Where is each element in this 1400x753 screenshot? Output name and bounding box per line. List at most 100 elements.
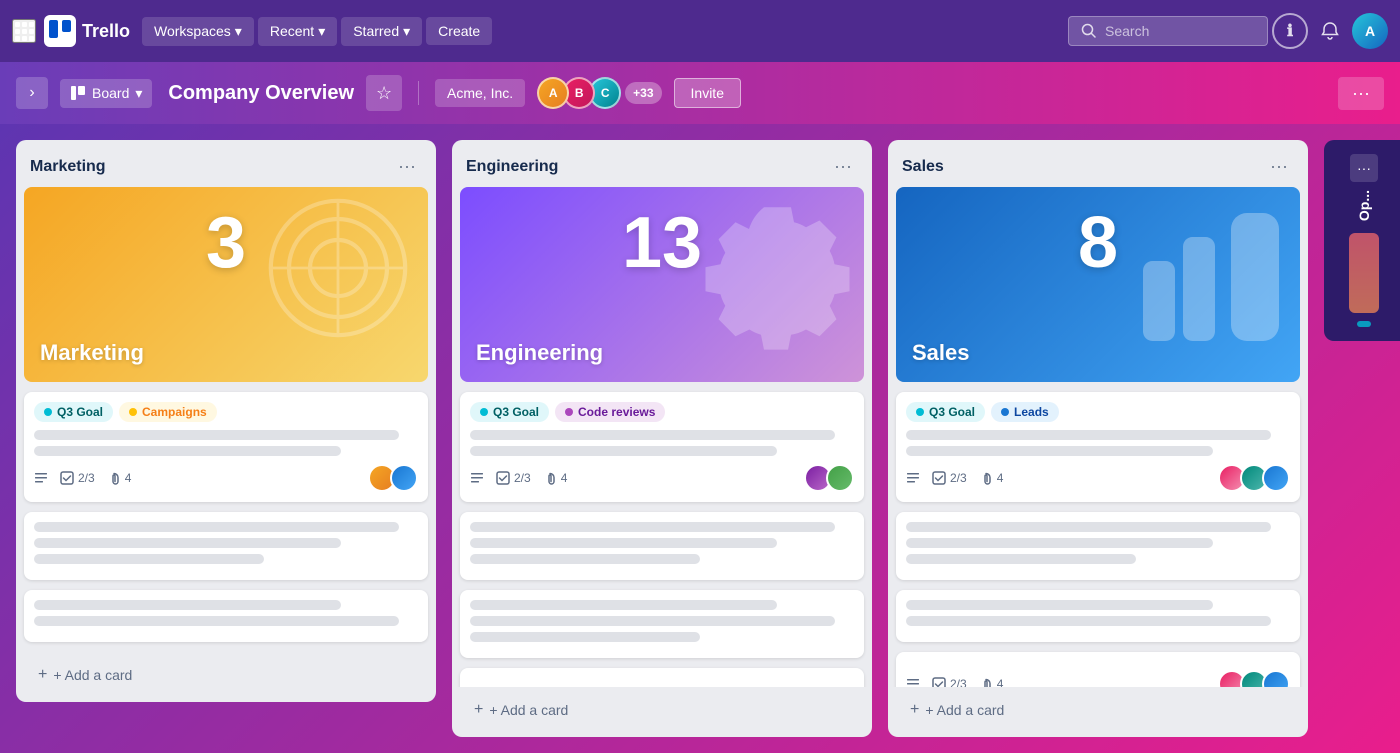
card-text-line bbox=[34, 538, 341, 548]
trello-logo[interactable]: Trello bbox=[44, 15, 130, 47]
board-body: Marketing ··· 3 Marketing bbox=[0, 124, 1400, 753]
recent-menu[interactable]: Recent ▾ bbox=[258, 17, 337, 46]
more-options-button[interactable]: ··· bbox=[1338, 77, 1384, 110]
card-marketing-2[interactable] bbox=[24, 512, 428, 580]
tag-dot bbox=[129, 408, 137, 416]
card-avatar-s3[interactable] bbox=[1262, 670, 1290, 687]
column-title-sales: Sales bbox=[902, 158, 944, 176]
user-avatar[interactable]: A bbox=[1352, 13, 1388, 49]
card-attachments: 4 bbox=[543, 471, 568, 485]
column-menu-sales[interactable]: ··· bbox=[1264, 154, 1294, 179]
card-avatar-e1[interactable] bbox=[804, 686, 832, 687]
card-avatar-2[interactable] bbox=[826, 464, 854, 492]
starred-menu[interactable]: Starred ▾ bbox=[341, 17, 422, 46]
card-text-line bbox=[906, 522, 1271, 532]
workspace-button[interactable]: Acme, Inc. bbox=[435, 79, 525, 107]
gear-bg-icon bbox=[704, 199, 854, 349]
column-partial-title: Op... bbox=[1356, 190, 1372, 221]
card-text-line bbox=[34, 554, 264, 564]
card-marketing-main[interactable]: Q3 Goal Campaigns bbox=[24, 392, 428, 502]
hero-number-engineering: 13 bbox=[622, 207, 702, 279]
workspaces-menu[interactable]: Workspaces ▾ bbox=[142, 17, 254, 46]
add-card-engineering[interactable]: + + Add a card bbox=[460, 691, 864, 729]
card-tags-sales: Q3 Goal Leads bbox=[906, 402, 1290, 422]
board-view-icon bbox=[70, 85, 86, 101]
top-navigation: Trello Workspaces ▾ Recent ▾ Starred ▾ C… bbox=[0, 0, 1400, 62]
card-sales-4[interactable]: 2/3 4 bbox=[896, 652, 1300, 687]
card-attach-s4: 4 bbox=[979, 677, 1004, 687]
target-bg-icon bbox=[268, 198, 408, 338]
card-checklist: 2/3 bbox=[496, 471, 531, 485]
card-avatar-3[interactable] bbox=[1262, 464, 1290, 492]
card-member-avatars bbox=[804, 464, 854, 492]
card-text-line bbox=[34, 616, 399, 626]
member-avatar-1[interactable]: A bbox=[537, 77, 569, 109]
tag-campaigns[interactable]: Campaigns bbox=[119, 402, 217, 422]
card-meta-list bbox=[470, 471, 484, 485]
card-checklist-s4: 2/3 bbox=[932, 677, 967, 687]
member-count[interactable]: +33 bbox=[625, 82, 661, 104]
card-engineering-2[interactable] bbox=[460, 512, 864, 580]
search-input[interactable]: Search bbox=[1068, 16, 1268, 46]
card-avatar-e2[interactable] bbox=[826, 686, 854, 687]
column-partial-menu[interactable]: ··· bbox=[1350, 154, 1378, 182]
card-checklist: 2/3 bbox=[932, 471, 967, 485]
tag-q3goal-engineering[interactable]: Q3 Goal bbox=[470, 402, 549, 422]
tag-code-reviews[interactable]: Code reviews bbox=[555, 402, 665, 422]
hero-card-marketing[interactable]: 3 Marketing bbox=[24, 187, 428, 382]
plus-icon: + bbox=[38, 666, 47, 684]
app-grid-icon[interactable] bbox=[12, 19, 36, 43]
card-text-line bbox=[470, 632, 700, 642]
card-marketing-3[interactable] bbox=[24, 590, 428, 642]
hero-card-sales[interactable]: 8 Sales bbox=[896, 187, 1300, 382]
column-content-sales: 8 Sales Q3 Goal Leads bbox=[888, 187, 1308, 687]
card-text-line bbox=[470, 538, 777, 548]
column-engineering: Engineering ··· 13 Engineering bbox=[452, 140, 872, 737]
card-engineering-3[interactable] bbox=[460, 590, 864, 658]
add-card-sales[interactable]: + + Add a card bbox=[896, 691, 1300, 729]
tag-dot bbox=[916, 408, 924, 416]
column-header-engineering: Engineering ··· bbox=[452, 140, 872, 187]
tag-dot bbox=[565, 408, 573, 416]
card-text-line bbox=[470, 522, 835, 532]
card-text-line bbox=[906, 538, 1213, 548]
plus-icon: + bbox=[910, 701, 919, 719]
card-text-line bbox=[34, 600, 341, 610]
card-footer-engineering-4: 2/3 4 bbox=[470, 686, 854, 687]
info-button[interactable]: ℹ bbox=[1272, 13, 1308, 49]
card-engineering-4[interactable]: 2/3 4 bbox=[460, 668, 864, 687]
board-view-button[interactable]: Board ▾ bbox=[60, 79, 152, 108]
star-board-button[interactable]: ☆ bbox=[366, 75, 402, 111]
column-menu-marketing[interactable]: ··· bbox=[392, 154, 422, 179]
add-card-marketing[interactable]: + + Add a card bbox=[24, 656, 428, 694]
create-button[interactable]: Create bbox=[426, 17, 492, 45]
sidebar-toggle-button[interactable]: › bbox=[16, 77, 48, 109]
card-avatar-2[interactable] bbox=[390, 464, 418, 492]
card-text-line bbox=[470, 554, 700, 564]
invite-button[interactable]: Invite bbox=[674, 78, 741, 108]
card-sales-main[interactable]: Q3 Goal Leads bbox=[896, 392, 1300, 502]
tag-q3goal-sales[interactable]: Q3 Goal bbox=[906, 402, 985, 422]
notifications-button[interactable] bbox=[1312, 13, 1348, 49]
card-text-line bbox=[34, 430, 399, 440]
hero-card-engineering[interactable]: 13 Engineering bbox=[460, 187, 864, 382]
card-meta-list bbox=[906, 677, 920, 687]
card-text-line bbox=[906, 446, 1213, 456]
card-engineering-main[interactable]: Q3 Goal Code reviews bbox=[460, 392, 864, 502]
card-text-line bbox=[470, 446, 777, 456]
column-content-marketing: 3 Marketing Q3 Goal Campaigns bbox=[16, 187, 436, 652]
board-header: › Board ▾ Company Overview ☆ Acme, Inc. … bbox=[0, 62, 1400, 124]
card-text-line bbox=[470, 600, 777, 610]
column-header-sales: Sales ··· bbox=[888, 140, 1308, 187]
list-icon bbox=[470, 471, 484, 485]
list-icon bbox=[34, 471, 48, 485]
tag-q3goal-marketing[interactable]: Q3 Goal bbox=[34, 402, 113, 422]
chevron-down-icon: ▾ bbox=[235, 23, 242, 40]
column-menu-engineering[interactable]: ··· bbox=[828, 154, 858, 179]
card-sales-2[interactable] bbox=[896, 512, 1300, 580]
card-attachments: 4 bbox=[107, 471, 132, 485]
column-marketing: Marketing ··· 3 Marketing bbox=[16, 140, 436, 702]
card-sales-3[interactable] bbox=[896, 590, 1300, 642]
tag-leads[interactable]: Leads bbox=[991, 402, 1059, 422]
column-partial-ops: ··· Op... bbox=[1324, 140, 1400, 341]
